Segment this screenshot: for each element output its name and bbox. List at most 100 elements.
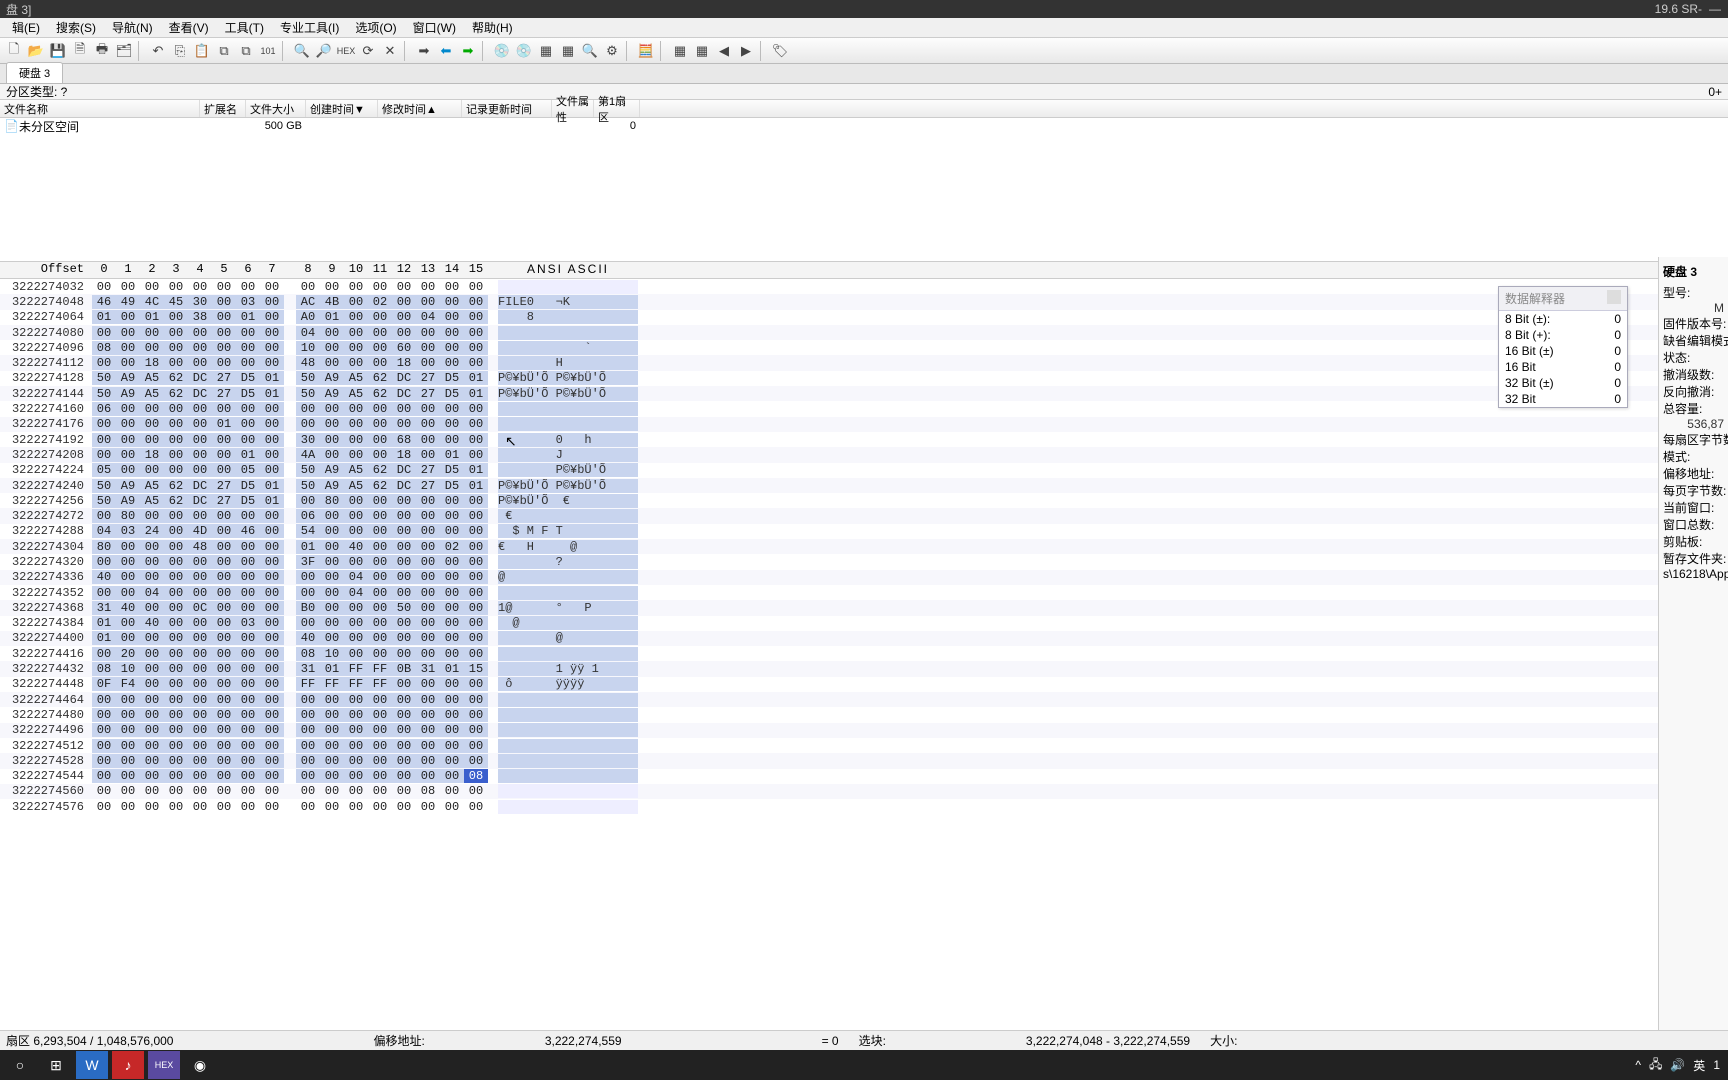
hex-byte[interactable]: 00 xyxy=(368,601,392,615)
hex-byte[interactable]: 01 xyxy=(260,494,284,508)
hex-byte[interactable]: DC xyxy=(188,479,212,493)
hex-ascii[interactable]: P©¥bÜ'Õ P©¥bÜ'Õ xyxy=(498,479,638,493)
hex-byte[interactable]: 00 xyxy=(344,647,368,661)
hex-byte[interactable]: 01 xyxy=(92,616,116,630)
hex-byte[interactable]: 04 xyxy=(416,310,440,324)
hex-byte[interactable]: 01 xyxy=(464,387,488,401)
next-icon[interactable]: ▶ xyxy=(736,41,756,61)
hex-byte[interactable]: 00 xyxy=(236,723,260,737)
hex-byte[interactable]: 00 xyxy=(440,402,464,416)
hex-byte[interactable]: 01 xyxy=(464,463,488,477)
hex-byte[interactable]: 00 xyxy=(344,402,368,416)
hex-byte[interactable]: 00 xyxy=(440,601,464,615)
hex-byte[interactable]: 00 xyxy=(116,769,140,783)
hex-byte[interactable]: 00 xyxy=(260,570,284,584)
hex-row[interactable]: 32222740640100010038000100A0010000000400… xyxy=(0,310,1711,325)
hex-byte[interactable]: 00 xyxy=(260,555,284,569)
hex-byte[interactable]: 00 xyxy=(92,417,116,431)
hex-byte[interactable]: 00 xyxy=(392,586,416,600)
hex-byte[interactable]: 00 xyxy=(164,417,188,431)
hex-byte[interactable]: 00 xyxy=(368,754,392,768)
hex-byte[interactable]: 00 xyxy=(416,723,440,737)
hex-byte[interactable]: 00 xyxy=(464,800,488,814)
hex-ascii[interactable] xyxy=(498,800,638,814)
hex-byte[interactable]: 31 xyxy=(416,662,440,676)
hex-byte[interactable]: 00 xyxy=(416,356,440,370)
menu-工具(T)[interactable]: 工具(T) xyxy=(217,17,272,38)
hex-byte[interactable]: A9 xyxy=(320,479,344,493)
hex-byte[interactable]: 00 xyxy=(344,555,368,569)
hex-byte[interactable]: 05 xyxy=(236,463,260,477)
hex-byte[interactable]: 00 xyxy=(320,769,344,783)
hex-icon[interactable]: 101 xyxy=(258,41,278,61)
hex-byte[interactable]: 00 xyxy=(464,739,488,753)
hex-byte[interactable]: 00 xyxy=(344,280,368,294)
hex-byte[interactable]: 00 xyxy=(212,433,236,447)
hex-byte[interactable]: 00 xyxy=(212,280,236,294)
hex-byte[interactable]: 00 xyxy=(92,326,116,340)
forward-icon[interactable]: ➡ xyxy=(458,41,478,61)
hex-byte[interactable]: 46 xyxy=(236,524,260,538)
hex-byte[interactable]: 00 xyxy=(116,326,140,340)
hex-byte[interactable]: 00 xyxy=(440,723,464,737)
hex-byte[interactable]: FF xyxy=(320,677,344,691)
hex-byte[interactable]: 3F xyxy=(296,555,320,569)
hex-byte[interactable]: 27 xyxy=(212,479,236,493)
hex-byte[interactable]: 20 xyxy=(116,647,140,661)
hex-byte[interactable]: 00 xyxy=(212,326,236,340)
find-hex-icon[interactable]: 🔎 xyxy=(314,41,334,61)
hex-ascii[interactable] xyxy=(498,723,638,737)
hex-byte[interactable]: 00 xyxy=(92,800,116,814)
hex-row[interactable]: 3222274304800000004800000001004000000002… xyxy=(0,539,1711,554)
hex-byte[interactable]: 01 xyxy=(260,479,284,493)
hex-byte[interactable]: 02 xyxy=(440,540,464,554)
hex-byte[interactable]: 00 xyxy=(236,417,260,431)
find-icon[interactable]: 🔍 xyxy=(292,41,312,61)
calc-icon[interactable]: 🧮 xyxy=(636,41,656,61)
tray-chevron-icon[interactable]: ^ xyxy=(1635,1058,1641,1072)
hex-byte[interactable]: 00 xyxy=(212,708,236,722)
hex-byte[interactable]: 00 xyxy=(344,800,368,814)
hex-byte[interactable]: A9 xyxy=(116,371,140,385)
filelist-row[interactable]: 📄未分区空间 500 GB 0 xyxy=(0,118,1728,134)
hex-ascii[interactable]: P©¥bÜ'Õ P©¥bÜ'Õ xyxy=(498,371,638,385)
new-file-icon[interactable]: 🗋 xyxy=(4,41,24,61)
hex-byte[interactable]: 00 xyxy=(212,555,236,569)
hex-byte[interactable]: 00 xyxy=(368,769,392,783)
hex-byte[interactable]: 00 xyxy=(140,769,164,783)
hex-byte[interactable]: 00 xyxy=(92,693,116,707)
hex-byte[interactable]: 50 xyxy=(296,463,320,477)
hex-byte[interactable]: 00 xyxy=(260,540,284,554)
hex-byte[interactable]: DC xyxy=(188,387,212,401)
hex-byte[interactable]: 00 xyxy=(464,616,488,630)
hex-byte[interactable]: 00 xyxy=(344,601,368,615)
hex-byte[interactable]: 00 xyxy=(260,310,284,324)
hex-byte[interactable]: D5 xyxy=(236,387,260,401)
hex-byte[interactable]: 00 xyxy=(368,310,392,324)
hex-byte[interactable]: 00 xyxy=(212,693,236,707)
hex-byte[interactable]: 00 xyxy=(260,448,284,462)
hex-byte[interactable]: 00 xyxy=(188,280,212,294)
hex-body[interactable]: 3222274032000000000000000000000000000000… xyxy=(0,279,1711,814)
hex-byte[interactable]: 00 xyxy=(440,677,464,691)
hex-byte[interactable]: A9 xyxy=(320,387,344,401)
hex-byte[interactable]: 00 xyxy=(416,616,440,630)
hex-byte[interactable]: 00 xyxy=(296,739,320,753)
menu-查看(V)[interactable]: 查看(V) xyxy=(161,17,217,38)
hex-byte[interactable]: 00 xyxy=(212,601,236,615)
hex-byte[interactable]: 49 xyxy=(116,295,140,309)
hex-byte[interactable]: 48 xyxy=(188,540,212,554)
hex-ascii[interactable] xyxy=(498,739,638,753)
hex-byte[interactable]: 62 xyxy=(368,387,392,401)
hex-byte[interactable]: A5 xyxy=(344,371,368,385)
hex-byte[interactable]: 00 xyxy=(440,524,464,538)
prev-icon[interactable]: ◀ xyxy=(714,41,734,61)
hex-byte[interactable]: FF xyxy=(344,677,368,691)
hex-byte[interactable]: 00 xyxy=(212,295,236,309)
hex-byte[interactable]: 00 xyxy=(188,800,212,814)
hex-byte[interactable]: 08 xyxy=(416,784,440,798)
hex-byte[interactable]: 00 xyxy=(140,631,164,645)
hex-row[interactable]: 3222274352000004000000000000000400000000… xyxy=(0,585,1711,600)
hex-byte[interactable]: 00 xyxy=(188,341,212,355)
hex-byte[interactable]: 00 xyxy=(236,662,260,676)
